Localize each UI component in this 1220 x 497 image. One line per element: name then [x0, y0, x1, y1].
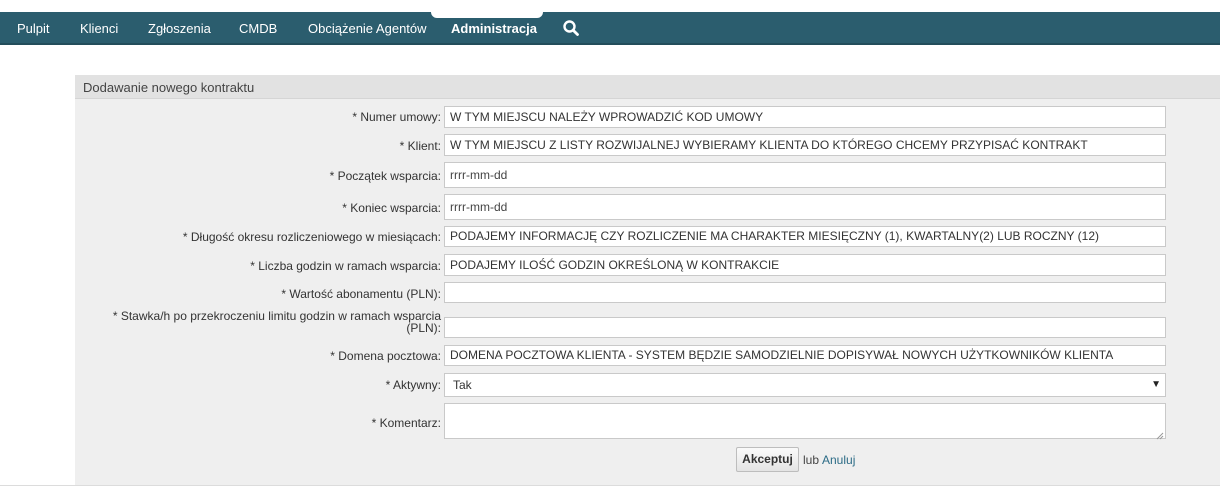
dlugosc-okresu-field[interactable]: PODAJEMY INFORMACJĘ CZY ROZLICZENIE MA C…	[444, 226, 1166, 247]
poczatek-wsparcia-label: * Początek wsparcia:	[329, 169, 441, 183]
search-icon[interactable]	[562, 19, 580, 37]
poczatek-wsparcia-field[interactable]: rrrr-mm-dd	[444, 162, 1166, 188]
nav-item-klienci[interactable]: Klienci	[80, 12, 118, 45]
liczba-godzin-label: * Liczba godzin w ramach wsparcia:	[250, 259, 441, 273]
nav-item-obciazenie-agentow[interactable]: Obciążenie Agentów	[308, 12, 427, 45]
panel-header: Dodawanie nowego kontraktu	[75, 75, 1220, 99]
stawka-label: * Stawka/h po przekroczeniu limitu godzi…	[112, 309, 441, 335]
numer-umowy-field[interactable]: W TYM MIEJSCU NALEŻY WPROWADZIĆ KOD UMOW…	[444, 106, 1166, 128]
klient-label: * Klient:	[399, 139, 441, 153]
numer-umowy-label: * Numer umowy:	[352, 110, 441, 124]
liczba-godzin-field[interactable]: PODAJEMY ILOŚĆ GODZIN OKREŚLONĄ W KONTRA…	[444, 254, 1166, 276]
nav-item-zgloszenia[interactable]: Zgłoszenia	[148, 12, 211, 45]
aktywny-select[interactable]: Tak ▼	[444, 373, 1166, 397]
or-text: lub	[803, 453, 820, 467]
dlugosc-okresu-label: * Długość okresu rozliczeniowego w miesi…	[182, 230, 441, 244]
koniec-wsparcia-field[interactable]: rrrr-mm-dd	[444, 194, 1166, 220]
klient-field[interactable]: W TYM MIEJSCU Z LISTY ROZWIJALNEJ WYBIER…	[444, 134, 1166, 156]
nav-item-pulpit[interactable]: Pulpit	[17, 12, 50, 45]
top-bar: Pulpit Klienci Zgłoszenia CMDB Obciążeni…	[0, 0, 1220, 48]
wartosc-abonamentu-field[interactable]	[444, 282, 1166, 303]
accept-button[interactable]: Akceptuj	[736, 447, 799, 472]
active-tab-indicator	[431, 12, 543, 18]
komentarz-textarea[interactable]	[444, 403, 1166, 440]
aktywny-selected-value: Tak	[453, 378, 472, 392]
chevron-down-icon: ▼	[1151, 379, 1161, 390]
main-navigation: Pulpit Klienci Zgłoszenia CMDB Obciążeni…	[0, 12, 1220, 45]
cancel-link[interactable]: Anuluj	[822, 453, 855, 467]
nav-item-cmdb[interactable]: CMDB	[239, 12, 277, 45]
wartosc-abonamentu-label: * Wartość abonamentu (PLN):	[281, 287, 441, 301]
domena-pocztowa-field[interactable]: DOMENA POCZTOWA KLIENTA - SYSTEM BĘDZIE …	[444, 345, 1166, 366]
komentarz-label: * Komentarz:	[371, 416, 441, 430]
bottom-divider	[0, 485, 1220, 486]
aktywny-label: * Aktywny:	[385, 378, 441, 392]
panel-title: Dodawanie nowego kontraktu	[83, 80, 255, 95]
domena-pocztowa-label: * Domena pocztowa:	[330, 349, 441, 363]
koniec-wsparcia-label: * Koniec wsparcia:	[342, 201, 441, 215]
resize-grip-icon[interactable]	[1156, 429, 1164, 440]
stawka-field[interactable]	[444, 317, 1166, 338]
